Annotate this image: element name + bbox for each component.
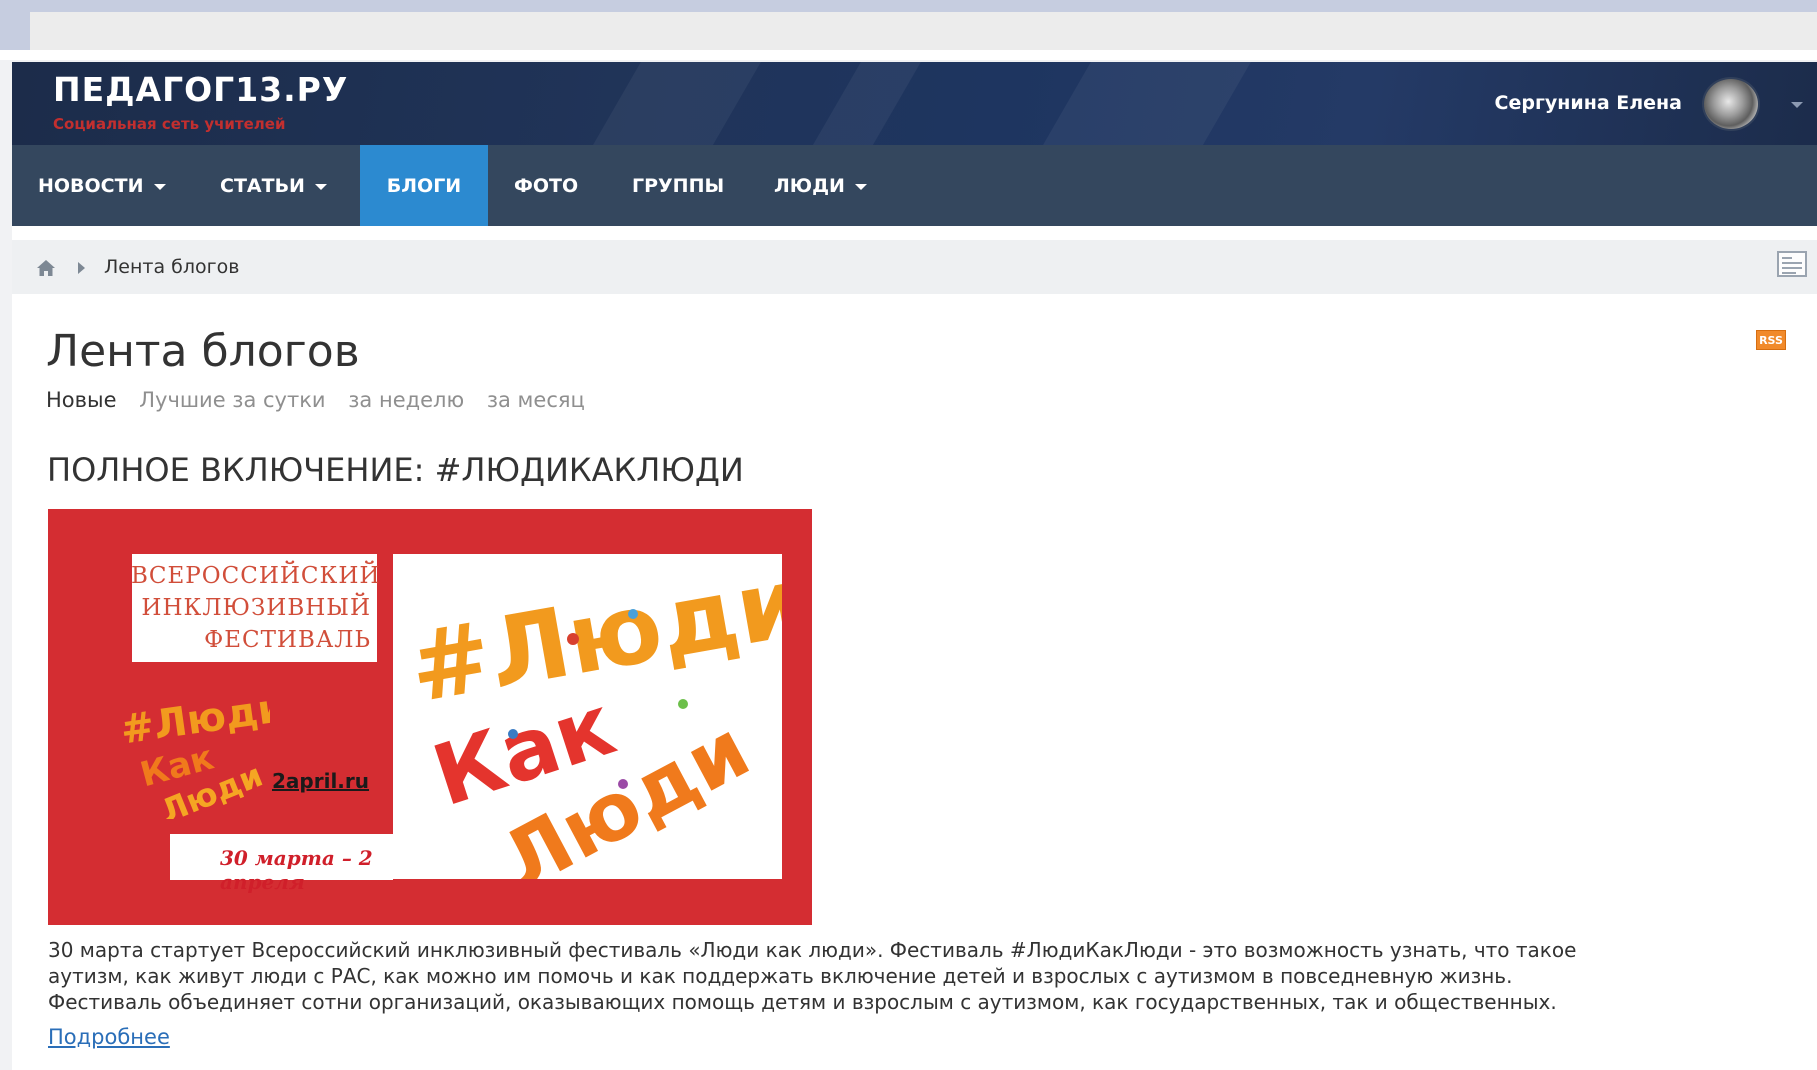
post-excerpt-line: аутизм, как живут люди с РАС, как можно …	[48, 964, 1513, 988]
top-bar	[30, 12, 1817, 50]
small-heart-art: #Люди Как Люди	[120, 685, 270, 819]
site-header: ПЕДАГОГ13.РУ Социальная сеть учителей Се…	[12, 62, 1817, 145]
read-more-link[interactable]: Подробнее	[48, 1025, 170, 1049]
heart-art-box: #Люди Как Люди	[393, 554, 782, 879]
site-logo-title[interactable]: ПЕДАГОГ13.РУ	[53, 70, 348, 109]
festival-line: ИНКЛЮЗИВНЫЙ	[141, 595, 371, 621]
heart-lettering-art: #Люди Как Люди	[401, 554, 782, 879]
festival-site-link: 2april.ru	[272, 769, 370, 793]
main-nav: НОВОСТИ СТАТЬИ БЛОГИ ФОТО ГРУППЫ ЛЮДИ	[12, 145, 1817, 226]
header-decoration	[571, 62, 773, 145]
page-title: Лента блогов	[46, 326, 360, 377]
post-image[interactable]: ВСЕРОССИЙСКИЙ ИНКЛЮЗИВНЫЙ ФЕСТИВАЛЬ #Люд…	[48, 509, 812, 925]
filter-new[interactable]: Новые	[46, 388, 117, 412]
nav-item-label: БЛОГИ	[386, 174, 462, 197]
nav-item-label: ФОТО	[514, 174, 579, 197]
nav-item-label: ЛЮДИ	[774, 174, 845, 197]
nav-item-people[interactable]: ЛЮДИ	[774, 145, 867, 226]
post-title[interactable]: ПОЛНОЕ ВКЛЮЧЕНИЕ: #ЛЮДИКАКЛЮДИ	[47, 451, 744, 489]
site-logo-subtitle: Социальная сеть учителей	[53, 115, 286, 133]
post-excerpt: 30 марта стартует Всероссийский инклюзив…	[48, 937, 1798, 1015]
caret-down-icon	[314, 183, 327, 190]
nav-item-blogs[interactable]: БЛОГИ	[360, 145, 488, 226]
caret-down-icon	[153, 183, 166, 190]
page: ПЕДАГОГ13.РУ Социальная сеть учителей Се…	[12, 62, 1817, 1070]
screen-top-strip	[0, 0, 1817, 60]
home-icon[interactable]	[36, 259, 56, 277]
festival-line: ФЕСТИВАЛЬ	[204, 627, 371, 653]
chevron-right-icon	[78, 262, 85, 274]
festival-label-box: ВСЕРОССИЙСКИЙ ИНКЛЮЗИВНЫЙ ФЕСТИВАЛЬ	[131, 554, 381, 662]
nav-item-groups[interactable]: ГРУППЫ	[632, 145, 724, 226]
user-name[interactable]: Сергунина Елена	[1495, 92, 1682, 114]
post-excerpt-line: Фестиваль объединяет сотни организаций, …	[48, 990, 1557, 1014]
breadcrumb: Лента блогов	[12, 240, 1817, 294]
festival-line: ВСЕРОССИЙСКИЙ	[131, 563, 381, 589]
header-decoration	[791, 62, 933, 145]
filter-week[interactable]: за неделю	[348, 388, 464, 412]
rss-icon[interactable]: RSS	[1756, 330, 1786, 350]
filter-month[interactable]: за месяц	[487, 388, 585, 412]
filter-tabs: Новые Лучшие за сутки за неделю за месяц	[46, 388, 601, 412]
nav-item-photo[interactable]: ФОТО	[514, 145, 578, 226]
nav-item-label: СТАТЬИ	[220, 174, 305, 197]
nav-item-articles[interactable]: СТАТЬИ	[220, 145, 327, 226]
caret-down-icon	[854, 183, 867, 190]
festival-label: ВСЕРОССИЙСКИЙ ИНКЛЮЗИВНЫЙ ФЕСТИВАЛЬ	[131, 560, 381, 656]
nav-item-label: ГРУППЫ	[632, 174, 725, 197]
user-menu-caret-icon[interactable]	[1791, 102, 1803, 108]
layout-toggle-icon[interactable]	[1777, 251, 1807, 277]
nav-item-label: НОВОСТИ	[38, 174, 144, 197]
festival-dates: 30 марта – 2 апреля	[220, 846, 373, 894]
nav-item-news[interactable]: НОВОСТИ	[38, 145, 166, 226]
avatar[interactable]	[1702, 77, 1760, 131]
top-band	[0, 0, 1817, 12]
top-corner	[0, 12, 30, 50]
header-decoration	[1021, 62, 1263, 145]
breadcrumb-current: Лента блогов	[104, 256, 240, 278]
post-excerpt-line: 30 марта стартует Всероссийский инклюзив…	[48, 938, 1577, 962]
dates-box: 30 марта – 2 апреля	[170, 834, 393, 894]
filter-best-day[interactable]: Лучшие за сутки	[139, 388, 325, 412]
